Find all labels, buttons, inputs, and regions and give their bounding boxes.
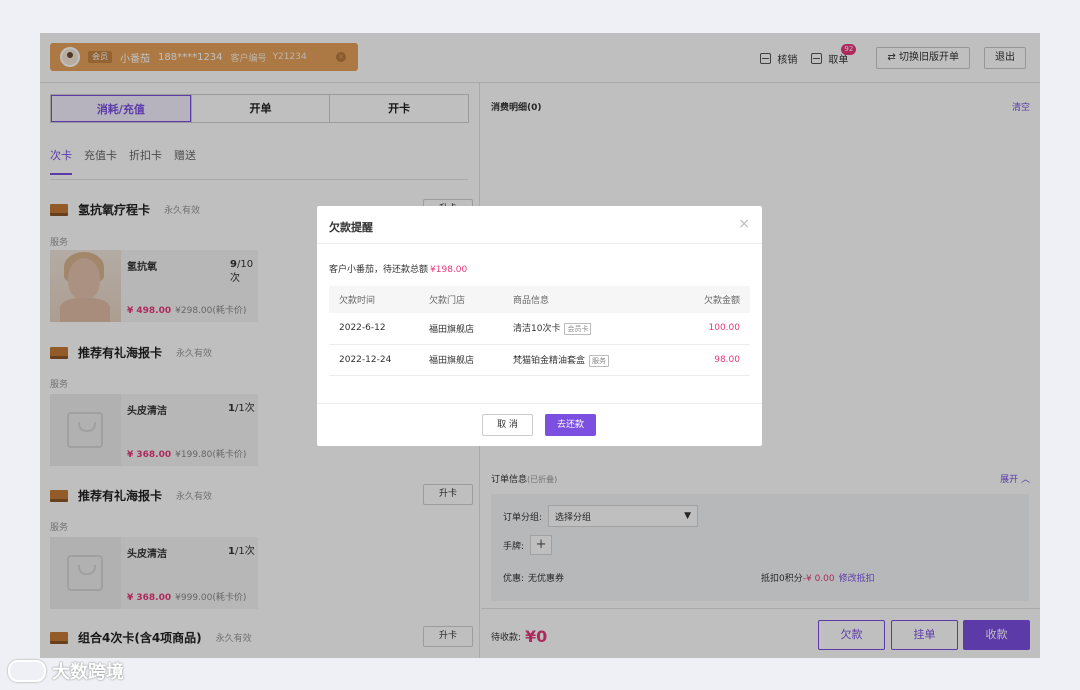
debt-date: 2022-6-12 [329,313,429,345]
debt-store: 福田旗舰店 [429,344,513,376]
table-header-row: 欠款时间 欠款门店 商品信息 欠款金额 [329,286,750,313]
watermark-text: 大数跨境 [52,662,124,683]
summary-text: 客户小番茄，待还款总额 [329,265,429,275]
col-item-info: 商品信息 [513,286,674,313]
close-icon[interactable]: × [738,216,750,232]
debt-amount: 98.00 [673,344,750,376]
debt-table: 欠款时间 欠款门店 商品信息 欠款金额 2022-6-12 福田旗舰店 清洁10… [329,286,750,376]
debt-summary: 客户小番茄，待还款总额 ¥198.00 [329,262,467,275]
dialog-title: 欠款提醒 [329,221,373,234]
table-row: 2022-12-24 福田旗舰店 梵猫铂金精油套盒 服务 98.00 [329,344,750,376]
item-tag: 会员卡 [564,323,592,336]
item-tag: 服务 [589,354,610,367]
cancel-button[interactable]: 取 消 [482,414,533,436]
item-name: 梵猫铂金精油套盒 [513,355,586,366]
debt-amount: 100.00 [673,313,750,345]
dialog-header: 欠款提醒 × [317,206,762,244]
item-name: 清洁10次卡 [513,324,561,335]
debt-reminder-dialog: 欠款提醒 × 客户小番茄，待还款总额 ¥198.00 欠款时间 欠款门店 商品信息… [317,206,762,446]
debt-date: 2022-12-24 [329,344,429,376]
col-debt-amount: 欠款金额 [673,286,750,313]
col-debt-store: 欠款门店 [429,286,513,313]
repay-button[interactable]: 去还款 [545,414,596,436]
table-row: 2022-6-12 福田旗舰店 清洁10次卡 会员卡 100.00 [329,313,750,345]
debt-store: 福田旗舰店 [429,313,513,345]
dialog-footer: 取 消 去还款 [317,403,762,446]
col-debt-time: 欠款时间 [329,286,429,313]
watermark-logo-icon [8,660,46,682]
debt-item: 梵猫铂金精油套盒 服务 [513,344,674,376]
debt-item: 清洁10次卡 会员卡 [513,313,674,345]
watermark: 大数跨境 [8,658,124,684]
summary-amount: ¥198.00 [430,265,468,275]
